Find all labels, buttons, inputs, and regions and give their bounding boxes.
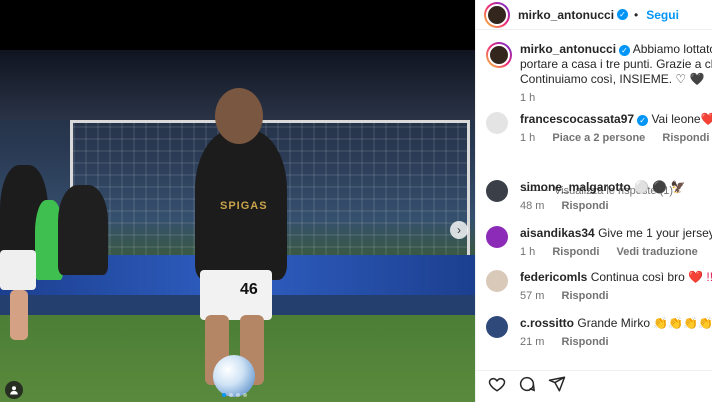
carousel-dot — [236, 393, 240, 397]
avatar[interactable] — [486, 226, 508, 248]
comments-thread: mirko_antonucci✓ Abbiamo lottato fino al… — [476, 30, 712, 360]
comment-username[interactable]: federicomls — [520, 270, 587, 284]
avatar[interactable] — [486, 42, 512, 68]
shirt-number: 46 — [240, 281, 258, 298]
carousel-dot — [222, 393, 226, 397]
caption-time: 1 h — [520, 92, 536, 104]
follow-button[interactable]: Segui — [646, 8, 679, 22]
post-actions — [476, 370, 712, 400]
comment-emoji: 👏👏👏👏💪 — [653, 316, 712, 330]
main-player-shorts — [200, 270, 272, 320]
avatar[interactable] — [486, 112, 508, 134]
reply-button[interactable]: Rispondi — [562, 290, 609, 302]
post-photo: SPIGAS 46 — [0, 50, 475, 402]
carousel-dot — [243, 393, 247, 397]
player-left-leg — [10, 290, 28, 340]
football — [213, 355, 255, 397]
comment-emoji: ❤️ !!!! — [688, 270, 712, 284]
comment-text: ⚪ ⚫ 🦅 — [634, 180, 686, 194]
author-username[interactable]: mirko_antonucci — [518, 8, 614, 22]
avatar[interactable] — [486, 270, 508, 292]
chevron-right-icon[interactable]: › — [450, 221, 468, 239]
translate-button[interactable]: Vedi traduzione — [616, 246, 697, 258]
reply-button[interactable]: Rispondi — [662, 132, 709, 144]
separator: • — [634, 7, 639, 22]
user-tag-icon[interactable] — [5, 381, 23, 399]
post-header: mirko_antonucci ✓ • Segui — [476, 0, 712, 30]
comment-time: 48 m — [520, 200, 545, 212]
avatar[interactable] — [486, 316, 508, 338]
comment-text: Vai leone — [651, 112, 701, 126]
comment-text: Grande Mirko — [577, 316, 651, 330]
post-sidebar: mirko_antonucci ✓ • Segui mirko_antonucc… — [475, 0, 712, 402]
verified-icon: ✓ — [619, 45, 631, 56]
reply-button[interactable]: Rispondi — [562, 200, 609, 212]
comment-username[interactable]: c.rossitto — [520, 316, 574, 330]
comment-time: 1 h — [520, 132, 536, 144]
comment-username[interactable]: aisandikas34 — [520, 226, 595, 240]
verified-icon: ✓ — [617, 9, 629, 20]
caption-line-1: Abbiamo lottato fino all'u — [632, 42, 712, 56]
main-player-head — [215, 88, 263, 144]
comment-text: Continua così bro — [590, 270, 685, 284]
caption-line-2: portare a casa i tre punti. Grazie a chi… — [520, 57, 712, 71]
comment-likes[interactable]: Piace a 2 persone — [552, 132, 645, 144]
comment-time: 1 h — [520, 246, 536, 258]
comment-username[interactable]: simone_malgarotto — [520, 180, 631, 194]
comment-text: Give me 1 your jersey bro in inc — [598, 226, 712, 240]
verified-icon: ✓ — [637, 115, 649, 126]
comment-emoji: ❤️❤️❤️ — [701, 112, 712, 126]
comment-time: 21 m — [520, 336, 545, 348]
reply-button[interactable]: Rispondi — [562, 336, 609, 348]
post-media: SPIGAS 46 › — [0, 0, 475, 402]
comment-icon[interactable] — [518, 375, 536, 396]
avatar[interactable] — [484, 1, 510, 28]
player-left-shorts — [0, 250, 36, 290]
player-left2-body — [58, 185, 108, 275]
reply-button[interactable]: Rispondi — [552, 246, 599, 258]
comment-username[interactable]: francescocassata97 — [520, 112, 634, 126]
caption-line-3: Continuiamo così, INSIEME. ♡ 🖤 — [520, 72, 705, 86]
shirt-sponsor: SPIGAS — [220, 200, 268, 212]
carousel-dots — [222, 393, 247, 397]
carousel-dot — [229, 393, 233, 397]
heart-icon[interactable] — [488, 375, 506, 396]
avatar[interactable] — [486, 180, 508, 202]
comment-time: 57 m — [520, 290, 545, 302]
share-icon[interactable] — [548, 375, 566, 396]
caption-username[interactable]: mirko_antonucci — [520, 42, 616, 56]
